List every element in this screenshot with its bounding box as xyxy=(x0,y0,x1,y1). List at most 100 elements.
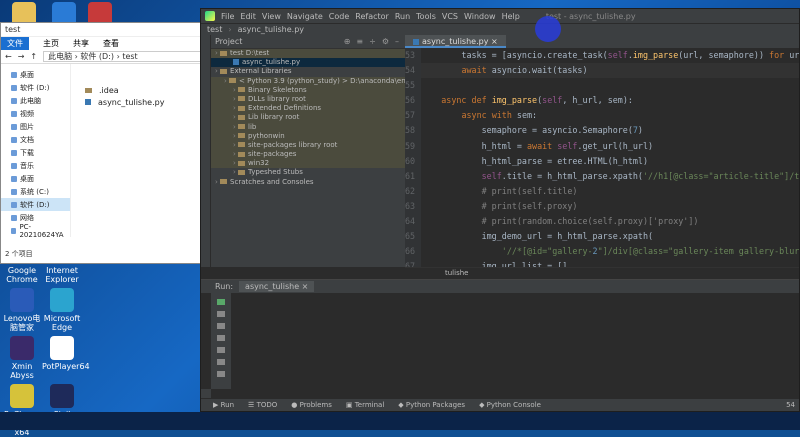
tree-node[interactable]: async_tulishe.py xyxy=(211,58,405,68)
nav-item[interactable]: PC-20210624YA xyxy=(1,223,70,239)
nav-item[interactable]: 图片 xyxy=(1,120,70,133)
ribbon-file-tab[interactable]: 文件 xyxy=(1,37,29,50)
crumb-project[interactable]: test xyxy=(207,25,222,34)
code-line[interactable]: img_demo_url = h_html_parse.xpath( xyxy=(421,229,799,244)
line-number: 54 xyxy=(405,65,416,76)
desktop-icon[interactable]: PotPlayer64 xyxy=(42,336,90,371)
run-tool-button[interactable]: ▶ Run xyxy=(213,401,234,409)
code-line[interactable]: await asyncio.wait(tasks) xyxy=(421,63,799,79)
collapse-icon[interactable]: ≡ xyxy=(356,37,363,46)
code-line[interactable]: tasks = [asyncio.create_task(self.img_pa… xyxy=(421,48,799,63)
code-line[interactable]: '//*[@id="gallery-2"]/div[@class="galler… xyxy=(421,244,799,259)
code-line[interactable] xyxy=(421,78,799,93)
code-line[interactable]: # print(self.title) xyxy=(421,184,799,199)
tree-node[interactable]: › Typeshed Stubs xyxy=(211,168,405,177)
tree-node[interactable]: › DLLs library root xyxy=(211,94,405,105)
python-console-tool-button[interactable]: ◆ Python Console xyxy=(479,401,541,409)
up-icon[interactable] xyxy=(217,311,225,317)
tree-node[interactable]: › lib xyxy=(211,122,405,132)
menu-view[interactable]: View xyxy=(262,12,281,21)
nav-item[interactable]: 软件 (D:) xyxy=(1,81,70,94)
ribbon-share-tab[interactable]: 共享 xyxy=(73,38,89,49)
run-tab[interactable]: async_tulishe × xyxy=(239,281,315,292)
menu-code[interactable]: Code xyxy=(329,12,349,21)
tree-node[interactable]: › Scratches and Consoles xyxy=(211,178,405,187)
nav-item[interactable]: 系统 (C:) xyxy=(1,185,70,198)
tree-node[interactable]: › External Libraries xyxy=(211,67,405,76)
nav-item[interactable]: 软件 (D:) xyxy=(1,198,70,211)
menu-window[interactable]: Window xyxy=(464,12,496,21)
tree-node[interactable]: › site-packages library root xyxy=(211,140,405,151)
up-arrow-icon[interactable]: ↑ xyxy=(30,52,37,61)
code-editor[interactable]: async_tulishe.py × 53 54 55 56 57 58 59 60 61 62 6… xyxy=(405,35,799,267)
menu-tools[interactable]: Tools xyxy=(416,12,436,21)
nav-item[interactable]: 文档 xyxy=(1,133,70,146)
down-icon[interactable] xyxy=(217,323,225,329)
list-item[interactable]: async_tulishe.py xyxy=(85,96,203,108)
line-number: 57 xyxy=(405,110,416,121)
nav-item[interactable]: 音乐 xyxy=(1,159,70,172)
code-breadcrumb[interactable]: tulishe xyxy=(405,267,799,279)
code-line[interactable]: self.title = h_html_parse.xpath('//h1[@c… xyxy=(421,169,799,184)
code-line[interactable]: async def img_parse(self, h_url, sem): xyxy=(421,93,799,108)
code-line[interactable]: # print(self.proxy) xyxy=(421,199,799,214)
line-number: 59 xyxy=(405,140,416,151)
menu-help[interactable]: Help xyxy=(502,12,520,21)
code-line[interactable]: h_html_parse = etree.HTML(h_html) xyxy=(421,154,799,169)
scroll-end-icon[interactable] xyxy=(217,347,225,353)
back-arrow-icon[interactable]: ← xyxy=(5,52,12,61)
list-item[interactable]: .idea xyxy=(85,84,203,96)
code-line[interactable]: # print(random.choice(self.proxy)['proxy… xyxy=(421,214,799,229)
nav-item[interactable]: 下载 xyxy=(1,146,70,159)
project-label[interactable]: Project xyxy=(215,37,242,46)
menu-run[interactable]: Run xyxy=(395,12,410,21)
hide-icon[interactable]: – xyxy=(395,37,399,46)
settings-gear-icon[interactable]: ⚙ xyxy=(382,37,389,46)
code-line[interactable]: semaphore = asyncio.Semaphore(7) xyxy=(421,123,799,138)
desktop-icon[interactable]: Lenovo电脑管家 xyxy=(2,288,42,332)
code-line[interactable]: img_url_list = [] xyxy=(421,259,799,267)
desktop-icon[interactable]: Xmin Abyss xyxy=(2,336,42,380)
trash-icon[interactable] xyxy=(217,371,225,377)
ribbon-view-tab[interactable]: 查看 xyxy=(103,38,119,49)
wrap-icon[interactable] xyxy=(217,335,225,341)
menu-refactor[interactable]: Refactor xyxy=(355,12,389,21)
todo-tool-button[interactable]: ☰ TODO xyxy=(248,401,277,409)
python-packages-tool-button[interactable]: ◆ Python Packages xyxy=(398,401,465,409)
code-lines[interactable]: tasks = [asyncio.create_task(self.img_pa… xyxy=(421,48,799,267)
tree-node[interactable]: › Extended Definitions xyxy=(211,104,405,114)
expand-icon[interactable]: ÷ xyxy=(369,37,376,46)
code-line[interactable]: h_html = await self.get_url(h_url) xyxy=(421,139,799,154)
menu-navigate[interactable]: Navigate xyxy=(287,12,323,21)
desktop-icon[interactable]: Microsoft Edge xyxy=(42,288,82,332)
tree-node[interactable]: › Lib library root xyxy=(211,113,405,123)
desktop-icon[interactable]: Internet Explorer xyxy=(42,266,82,284)
code-line[interactable]: async with sem: xyxy=(421,108,799,123)
menu-edit[interactable]: Edit xyxy=(240,12,256,21)
desktop-icon[interactable]: Google Chrome xyxy=(2,266,42,284)
tree-node[interactable]: › < Python 3.9 (python_study) > D:\anaco… xyxy=(211,76,405,86)
tree-node[interactable]: › site-packages xyxy=(211,150,405,160)
problems-tool-button[interactable]: ● Problems xyxy=(291,401,332,409)
menu-file[interactable]: File xyxy=(221,12,234,21)
nav-item[interactable]: 桌面 xyxy=(1,172,70,185)
ribbon-home-tab[interactable]: 主页 xyxy=(43,38,59,49)
forward-arrow-icon[interactable]: → xyxy=(18,52,25,61)
tree-node[interactable]: › win32 xyxy=(211,159,405,169)
menu-vcs[interactable]: VCS xyxy=(442,12,458,21)
address-bar[interactable]: 此电脑 › 软件 (D:) › test xyxy=(43,51,203,62)
editor-tab[interactable]: async_tulishe.py × xyxy=(405,35,506,48)
terminal-tool-button[interactable]: ▣ Terminal xyxy=(346,401,384,409)
folder-icon xyxy=(238,96,246,102)
tree-node[interactable]: › pythonwin xyxy=(211,131,405,141)
locate-icon[interactable]: ⊕ xyxy=(344,37,351,46)
tree-node[interactable]: › test D:\test xyxy=(211,49,405,59)
crumb-file[interactable]: async_tulishe.py xyxy=(238,25,304,34)
nav-item[interactable]: 此电脑 xyxy=(1,94,70,107)
print-icon[interactable] xyxy=(217,359,225,365)
rerun-icon[interactable] xyxy=(217,299,225,305)
project-tool-strip[interactable] xyxy=(201,35,211,267)
nav-item[interactable]: 桌面 xyxy=(1,68,70,81)
nav-item[interactable]: 视频 xyxy=(1,107,70,120)
tree-node[interactable]: › Binary Skeletons xyxy=(211,85,405,95)
